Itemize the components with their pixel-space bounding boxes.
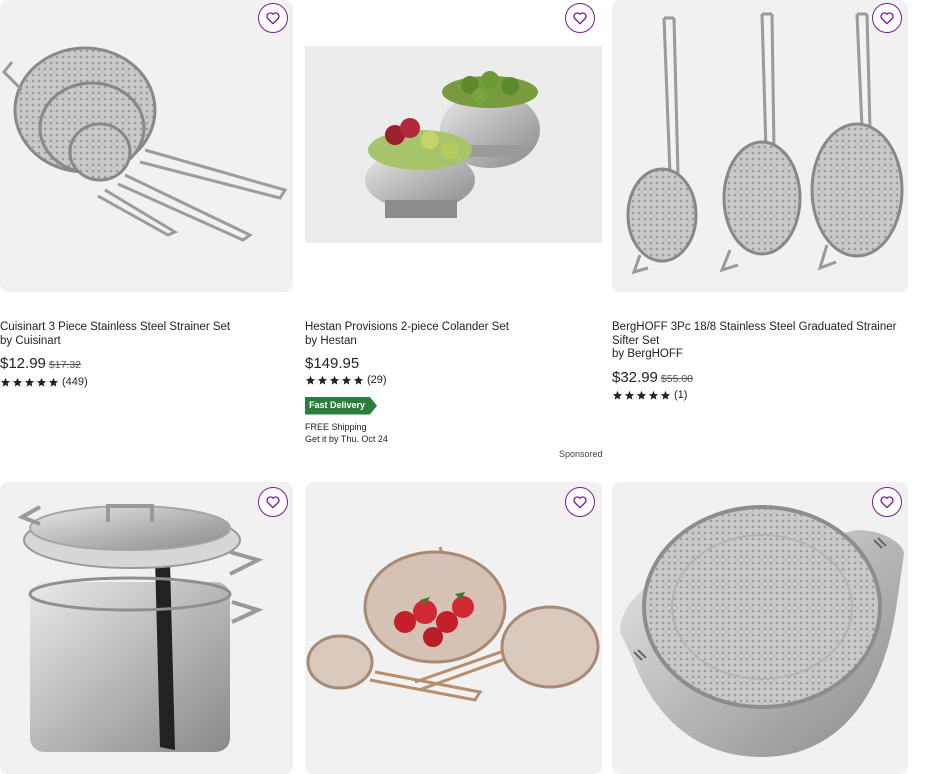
product-image[interactable]: [612, 0, 908, 292]
heart-icon: [572, 494, 588, 510]
star-icon: [648, 390, 659, 401]
price: $32.99: [612, 368, 658, 386]
star-icon: [48, 377, 59, 388]
brand-label[interactable]: by BergHOFF: [612, 348, 912, 362]
brand-label[interactable]: by Hestan: [305, 335, 595, 349]
delivery-date: Get it by Thu. Oct 24: [305, 433, 388, 444]
favorite-button[interactable]: [872, 487, 902, 517]
product-image[interactable]: [612, 482, 908, 774]
favorite-button[interactable]: [258, 3, 288, 33]
favorite-button[interactable]: [872, 3, 902, 33]
star-icon: [305, 375, 316, 386]
fast-delivery-badge: Fast Delivery: [305, 397, 378, 415]
star-icon: [329, 375, 340, 386]
sponsored-label: Sponsored: [559, 449, 603, 459]
favorite-button[interactable]: [258, 487, 288, 517]
star-icon: [636, 390, 647, 401]
star-icon: [0, 377, 11, 388]
rating[interactable]: (29): [305, 374, 595, 388]
star-icon: [36, 377, 47, 388]
product-image[interactable]: [305, 0, 602, 292]
star-icon: [341, 375, 352, 386]
star-icon: [353, 375, 364, 386]
original-price: $55.00: [660, 372, 694, 385]
brand-label[interactable]: by Cuisinart: [0, 335, 280, 349]
product-image[interactable]: [0, 0, 293, 292]
star-rating: [305, 375, 364, 386]
favorite-button[interactable]: [565, 487, 595, 517]
rating[interactable]: (1): [612, 389, 912, 403]
star-icon: [612, 390, 623, 401]
review-count: (29): [367, 373, 387, 386]
heart-icon: [879, 494, 895, 510]
heart-icon: [572, 10, 588, 26]
star-icon: [317, 375, 328, 386]
heart-icon: [879, 10, 895, 26]
product-title[interactable]: Cuisinart 3 Piece Stainless Steel Strain…: [0, 321, 280, 335]
favorite-button[interactable]: [565, 3, 595, 33]
star-icon: [24, 377, 35, 388]
original-price: $17.32: [48, 359, 82, 371]
heart-icon: [265, 494, 281, 510]
star-rating: [0, 377, 59, 388]
price: $149.95: [305, 355, 360, 372]
rating[interactable]: (449): [0, 376, 280, 390]
star-icon: [624, 390, 635, 401]
star-icon: [12, 377, 23, 388]
heart-icon: [265, 10, 281, 26]
price: $12.99: [0, 355, 46, 372]
product-image[interactable]: [305, 482, 602, 774]
star-icon: [660, 390, 671, 401]
star-rating: [612, 390, 671, 401]
product-title[interactable]: BergHOFF 3Pc 18/8 Stainless Steel Gradua…: [612, 321, 912, 348]
review-count: (1): [674, 389, 688, 401]
product-image[interactable]: [0, 482, 293, 774]
product-title[interactable]: Hestan Provisions 2-piece Colander Set: [305, 321, 595, 335]
review-count: (449): [62, 375, 88, 388]
shipping-info: FREE Shipping: [305, 421, 367, 432]
